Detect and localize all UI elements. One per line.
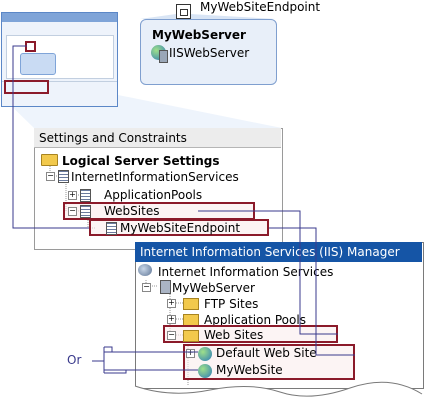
connector-lines [12,45,355,374]
or-label: Or [67,353,82,367]
